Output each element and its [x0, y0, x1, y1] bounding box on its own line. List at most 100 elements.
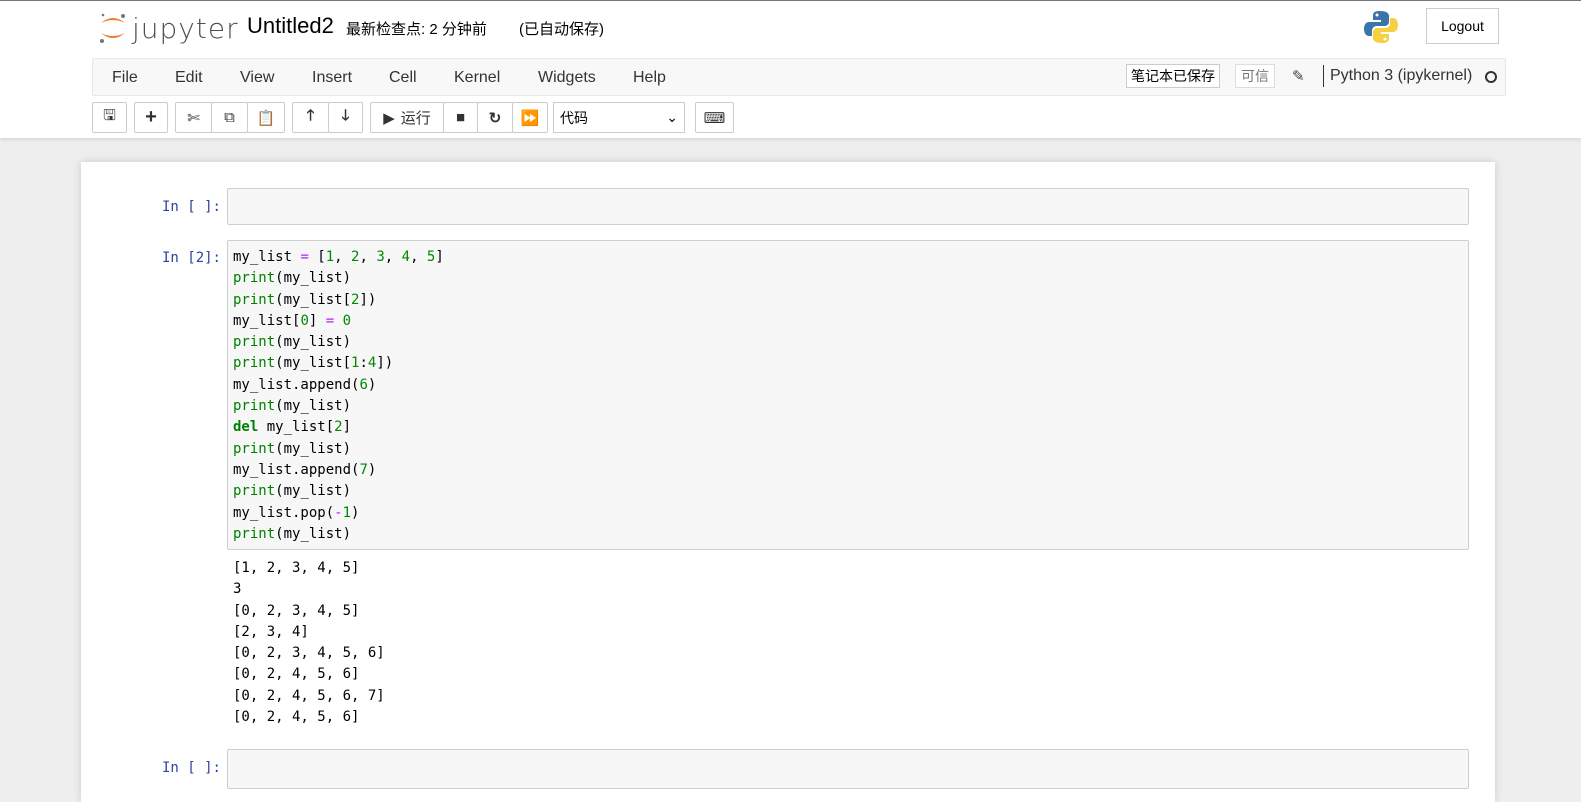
code-token: my_list[ [258, 419, 335, 436]
move-up-button[interactable]: 🡑 [292, 102, 329, 133]
insert-cell-button[interactable]: + [134, 102, 168, 133]
run-button[interactable]: ▶ 运行 [370, 102, 444, 133]
code-line: my_list.append(7) [233, 460, 1463, 481]
paste-icon: 📋 [256, 109, 276, 127]
code-token: 0 [300, 312, 309, 329]
code-token: print [233, 525, 276, 542]
edit-pencil-icon[interactable]: ✎ [1292, 67, 1305, 85]
code-token: 0 [342, 312, 352, 329]
code-token: ]) [359, 291, 377, 308]
plus-icon: + [145, 106, 157, 128]
divider [1323, 65, 1324, 87]
code-token: (my_list) [275, 270, 352, 287]
restart-button[interactable]: ↻ [477, 102, 513, 133]
notebook-title[interactable]: Untitled2 [247, 13, 334, 39]
code-line: print(my_list) [233, 481, 1463, 502]
code-line: my_list = [1, 2, 3, 4, 5] [233, 247, 1463, 268]
menu-cell[interactable]: Cell [389, 69, 417, 87]
code-token: ) [367, 461, 377, 478]
code-token: print [233, 270, 276, 287]
code-token: (my_list) [275, 525, 352, 542]
cell-prompt: In [ ]: [161, 199, 221, 215]
run-label: 运行 [400, 110, 431, 127]
trusted-button[interactable]: 可信 [1235, 64, 1275, 88]
code-token: , [384, 249, 402, 265]
code-token: print [233, 398, 276, 415]
code-line: my_list[0] = 0 [233, 311, 1463, 332]
menu-help[interactable]: Help [633, 69, 666, 87]
cell-type-value: 代码 [560, 109, 588, 126]
paste-button[interactable]: 📋 [247, 102, 285, 133]
save-button[interactable]: 🖫 [92, 102, 127, 133]
logo-text: jupyter [132, 11, 239, 45]
code-token: , [334, 249, 352, 265]
code-cell-input[interactable] [227, 188, 1469, 225]
restart-icon: ↻ [488, 109, 502, 127]
code-token: print [233, 440, 276, 457]
fast-forward-icon: ⏩ [520, 109, 540, 127]
command-palette-button[interactable]: ⌨ [695, 102, 734, 133]
code-token: [ [308, 249, 326, 265]
code-token: my_list.append( [233, 376, 360, 393]
code-line: my_list.append(6) [233, 375, 1463, 396]
jupyter-logo-icon [100, 13, 125, 43]
code-token: (my_list) [275, 440, 352, 457]
code-token: my_list[ [233, 312, 301, 329]
cell-type-select[interactable]: 代码 ⌄ [553, 102, 685, 133]
menu-view[interactable]: View [240, 69, 274, 87]
autosave-status: (已自动保存) [519, 21, 604, 38]
code-line: print(my_list) [233, 524, 1463, 545]
code-line: print(my_list) [233, 332, 1463, 353]
code-editor[interactable]: my_list = [1, 2, 3, 4, 5] print(my_list) p… [228, 241, 1468, 551]
copy-button[interactable]: ⧉ [211, 102, 248, 133]
code-cell-input[interactable] [227, 749, 1469, 789]
kernel-name[interactable]: Python 3 (ipykernel) [1330, 67, 1472, 85]
code-token: - [334, 504, 343, 521]
menu-kernel[interactable]: Kernel [454, 69, 500, 87]
output-line: [0, 2, 3, 4, 5, 6] [233, 645, 385, 662]
code-token: , [359, 249, 377, 265]
kernel-idle-indicator-icon [1485, 71, 1497, 83]
code-token: (my_list) [275, 334, 352, 351]
code-token: ] [435, 249, 444, 265]
code-token: 6 [359, 376, 368, 393]
code-token: print [233, 355, 276, 372]
code-line: print(my_list[2]) [233, 290, 1463, 311]
checkpoint-status: 最新检查点: 2 分钟前 [346, 21, 487, 38]
code-token: ) [367, 376, 377, 393]
copy-icon: ⧉ [224, 109, 235, 126]
code-line: print(my_list) [233, 396, 1463, 417]
arrow-down-icon: 🡓 [341, 107, 350, 124]
move-down-button[interactable]: 🡓 [328, 102, 363, 133]
output-line: [0, 2, 3, 4, 5] [233, 602, 360, 619]
code-line: print(my_list) [233, 268, 1463, 289]
code-token: : [359, 355, 368, 372]
code-token: print [233, 483, 276, 500]
logout-button[interactable]: Logout [1426, 8, 1499, 44]
jupyter-logo[interactable]: jupyter [98, 11, 239, 45]
chevron-down-icon: ⌄ [666, 109, 678, 125]
save-icon: 🖫 [103, 107, 116, 124]
scissors-icon: ✄ [187, 109, 200, 127]
restart-run-all-button[interactable]: ⏩ [512, 102, 548, 133]
cell-prompt: In [2]: [161, 250, 221, 266]
menu-edit[interactable]: Edit [175, 69, 203, 87]
code-token: ]) [376, 355, 394, 372]
output-line: [1, 2, 3, 4, 5] [233, 560, 360, 576]
code-line: print(my_list) [233, 439, 1463, 460]
output-line: [2, 3, 4] [233, 623, 309, 640]
cut-button[interactable]: ✄ [175, 102, 212, 133]
code-line: my_list.pop(-1) [233, 503, 1463, 524]
code-token: (my_list[ [275, 291, 352, 308]
menu-widgets[interactable]: Widgets [538, 69, 596, 87]
menu-file[interactable]: File [112, 69, 138, 87]
code-token: my_list.append( [233, 461, 360, 478]
interrupt-button[interactable]: ■ [443, 102, 478, 133]
code-token: 1 [342, 504, 352, 521]
cell-prompt: In [ ]: [161, 760, 221, 776]
code-cell-input[interactable]: my_list = [1, 2, 3, 4, 5] print(my_list) p… [227, 240, 1469, 550]
menu-insert[interactable]: Insert [312, 69, 352, 87]
keyboard-icon: ⌨ [703, 109, 726, 127]
code-line: print(my_list[1:4]) [233, 353, 1463, 374]
